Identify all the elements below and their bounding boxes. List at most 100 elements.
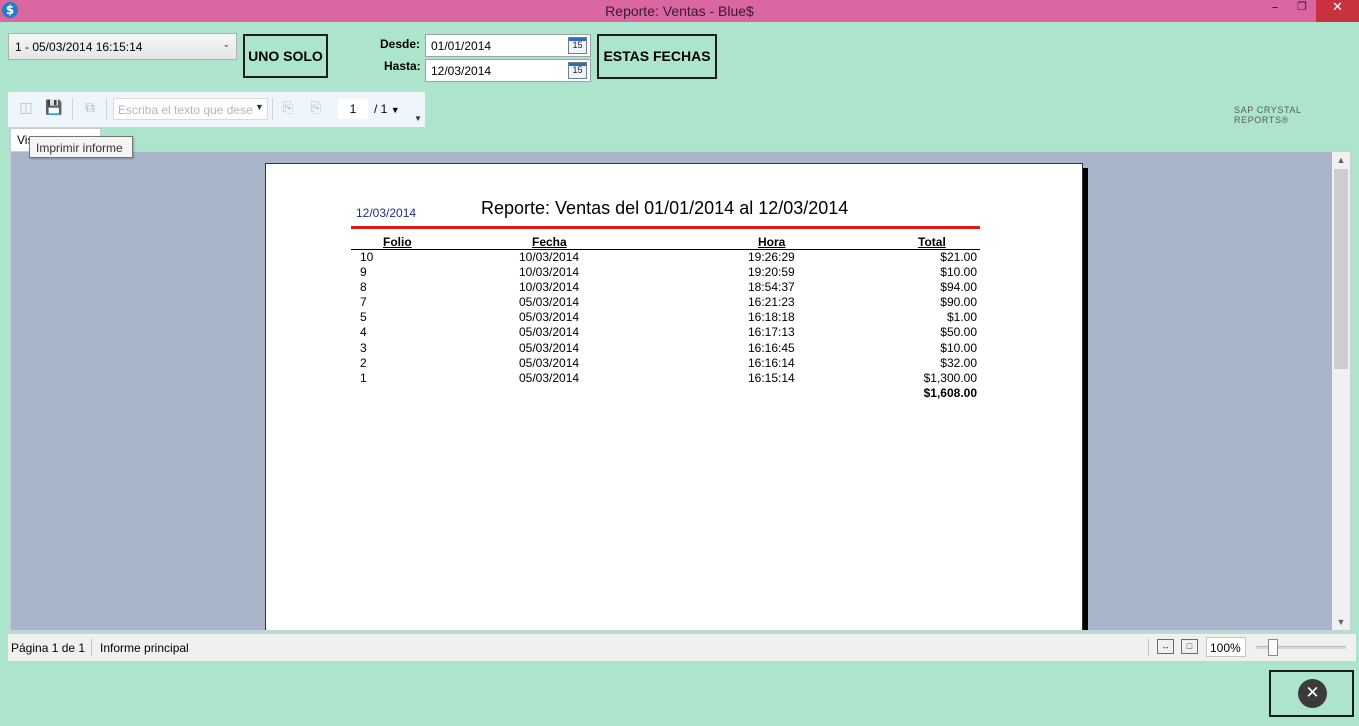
cell-hora: 16:15:14 xyxy=(748,370,795,385)
report-date: 12/03/2014 xyxy=(356,206,417,220)
report-grand-total: $1,608.00 xyxy=(923,386,977,400)
zoom-slider-knob[interactable] xyxy=(1268,639,1278,656)
status-divider xyxy=(1148,639,1149,656)
vertical-scrollbar[interactable]: ▲ ▼ xyxy=(1332,152,1350,630)
cell-fecha: 05/03/2014 xyxy=(519,370,580,385)
sap-crystal-reports-logo: SAP CRYSTAL REPORTS® xyxy=(1234,105,1302,125)
cell-total: $10.00 xyxy=(940,340,977,355)
table-row: 9 10/03/2014 19:20:59 $10.00 xyxy=(266,265,1082,280)
toolbar-divider xyxy=(72,98,73,120)
calendar-icon[interactable]: 15 xyxy=(568,62,587,79)
table-row: 10 10/03/2014 19:26:29 $21.00 xyxy=(266,250,1082,265)
scroll-up-icon[interactable]: ▲ xyxy=(1332,152,1350,168)
cell-folio: 3 xyxy=(360,340,367,355)
close-circle-icon: ✕ xyxy=(1298,679,1327,708)
page-dropdown-icon: ▼ xyxy=(390,105,400,115)
cell-total: $21.00 xyxy=(940,250,977,264)
cell-hora: 18:54:37 xyxy=(748,280,795,295)
report-page: 12/03/2014 Reporte: Ventas del 01/01/201… xyxy=(265,163,1083,630)
cell-fecha: 05/03/2014 xyxy=(519,340,580,355)
table-row: 5 05/03/2014 16:18:18 $1.00 xyxy=(266,310,1082,325)
hasta-date-value: 12/03/2014 xyxy=(431,64,492,78)
restore-button[interactable]: ❐ xyxy=(1289,0,1315,22)
cell-folio: 7 xyxy=(360,295,367,310)
status-bar: Página 1 de 1 Informe principal ↔ □ 100% xyxy=(8,634,1356,661)
cell-total: $10.00 xyxy=(940,265,977,280)
cell-hora: 16:21:23 xyxy=(748,295,795,310)
table-row: 1 05/03/2014 16:15:14 $1,300.00 xyxy=(266,371,1082,386)
page-total-label: / 1 xyxy=(374,102,388,116)
cell-total: $90.00 xyxy=(940,295,977,310)
cell-folio: 9 xyxy=(360,265,367,280)
cell-hora: 16:16:14 xyxy=(748,355,795,370)
table-row: 3 05/03/2014 16:16:45 $10.00 xyxy=(266,341,1082,356)
fit-page-icon[interactable]: □ xyxy=(1181,639,1198,654)
report-name: Informe principal xyxy=(100,641,189,655)
cell-folio: 4 xyxy=(360,325,367,340)
column-header-folio: Folio xyxy=(383,235,412,249)
cell-total: $50.00 xyxy=(940,325,977,340)
cell-hora: 16:16:45 xyxy=(748,340,795,355)
report-title: Reporte: Ventas del 01/01/2014 al 12/03/… xyxy=(481,198,849,218)
save-icon[interactable]: 💾 xyxy=(44,99,64,117)
sale-select-value: 1 - 05/03/2014 16:15:14 xyxy=(15,40,143,54)
previous-page-icon[interactable]: ⎘ xyxy=(278,99,298,117)
report-viewer: 12/03/2014 Reporte: Ventas del 01/01/201… xyxy=(10,151,1351,631)
cell-total: $94.00 xyxy=(940,280,977,295)
report-title-rule xyxy=(351,226,980,229)
scroll-down-icon[interactable]: ▼ xyxy=(1332,614,1350,630)
cell-folio: 2 xyxy=(360,355,367,370)
fit-width-icon[interactable]: ↔ xyxy=(1157,639,1174,654)
table-row: 7 05/03/2014 16:21:23 $90.00 xyxy=(266,295,1082,310)
sale-select-dropdown[interactable]: 1 - 05/03/2014 16:15:14 ⌄ xyxy=(8,33,237,60)
cell-folio: 10 xyxy=(360,250,374,264)
minimize-button[interactable]: – xyxy=(1262,0,1288,22)
page-number-input[interactable]: 1 xyxy=(338,99,368,119)
zoom-level-field[interactable]: 100% xyxy=(1206,637,1246,657)
cell-total: $1.00 xyxy=(946,310,977,325)
chevron-down-icon: ⌄ xyxy=(222,39,230,49)
hasta-date-field[interactable]: 12/03/2014 15 xyxy=(425,59,591,82)
calendar-icon[interactable]: 15 xyxy=(568,37,587,54)
desde-date-field[interactable]: 01/01/2014 15 xyxy=(425,34,591,57)
search-dropdown-icon[interactable]: ▼ xyxy=(255,102,264,112)
export-icon[interactable]: ◫ xyxy=(16,99,36,117)
report-toolbar: ◫ 💾 ⧉ Escriba el texto que dese ▼ ⎘ ⎘ 1 … xyxy=(8,92,425,127)
column-header-hora: Hora xyxy=(758,235,786,249)
cell-fecha: 05/03/2014 xyxy=(519,355,580,370)
close-window-button[interactable]: ✕ xyxy=(1316,0,1359,22)
cell-total: $32.00 xyxy=(940,355,977,370)
cell-folio: 5 xyxy=(360,310,367,325)
cell-hora: 16:18:18 xyxy=(748,310,795,325)
estas-fechas-button[interactable]: ESTAS FECHAS xyxy=(597,34,717,79)
print-report-tooltip: Imprimir informe xyxy=(29,136,133,158)
hasta-label: Hasta: xyxy=(384,59,421,73)
overflow-icon[interactable]: ▼ xyxy=(414,114,422,123)
table-row: 4 05/03/2014 16:17:13 $50.00 xyxy=(266,325,1082,340)
cell-hora: 16:17:13 xyxy=(748,325,795,340)
table-row: 2 05/03/2014 16:16:14 $32.00 xyxy=(266,356,1082,371)
page-total-dropdown[interactable]: / 1 ▼ xyxy=(374,102,400,116)
next-page-icon[interactable]: ⎘ xyxy=(306,99,326,117)
column-header-total: Total xyxy=(918,235,946,249)
cell-hora: 19:26:29 xyxy=(748,250,795,264)
close-report-button[interactable]: ✕ xyxy=(1269,670,1354,717)
toolbar-divider xyxy=(106,98,107,120)
table-row: 8 10/03/2014 18:54:37 $94.00 xyxy=(266,280,1082,295)
window-title: Reporte: Ventas - Blue$ xyxy=(605,3,754,19)
copy-icon[interactable]: ⧉ xyxy=(80,99,100,117)
page-info: Página 1 de 1 xyxy=(11,641,86,655)
cell-fecha: 10/03/2014 xyxy=(519,280,580,295)
scrollbar-thumb[interactable] xyxy=(1334,169,1348,369)
desde-label: Desde: xyxy=(380,37,421,51)
cell-hora: 19:20:59 xyxy=(748,265,795,280)
cell-folio: 1 xyxy=(360,370,367,385)
cell-fecha: 10/03/2014 xyxy=(519,265,580,280)
cell-fecha: 05/03/2014 xyxy=(519,325,580,340)
report-rows: 10 10/03/2014 19:26:29 $21.00 9 10/03/2014 19:… xyxy=(266,250,1082,386)
uno-solo-button[interactable]: UNO SOLO xyxy=(243,34,328,78)
search-text-input[interactable]: Escriba el texto que dese xyxy=(113,98,268,120)
column-header-fecha: Fecha xyxy=(532,235,567,249)
status-divider xyxy=(91,639,92,656)
cell-total: $1,300.00 xyxy=(923,370,977,385)
